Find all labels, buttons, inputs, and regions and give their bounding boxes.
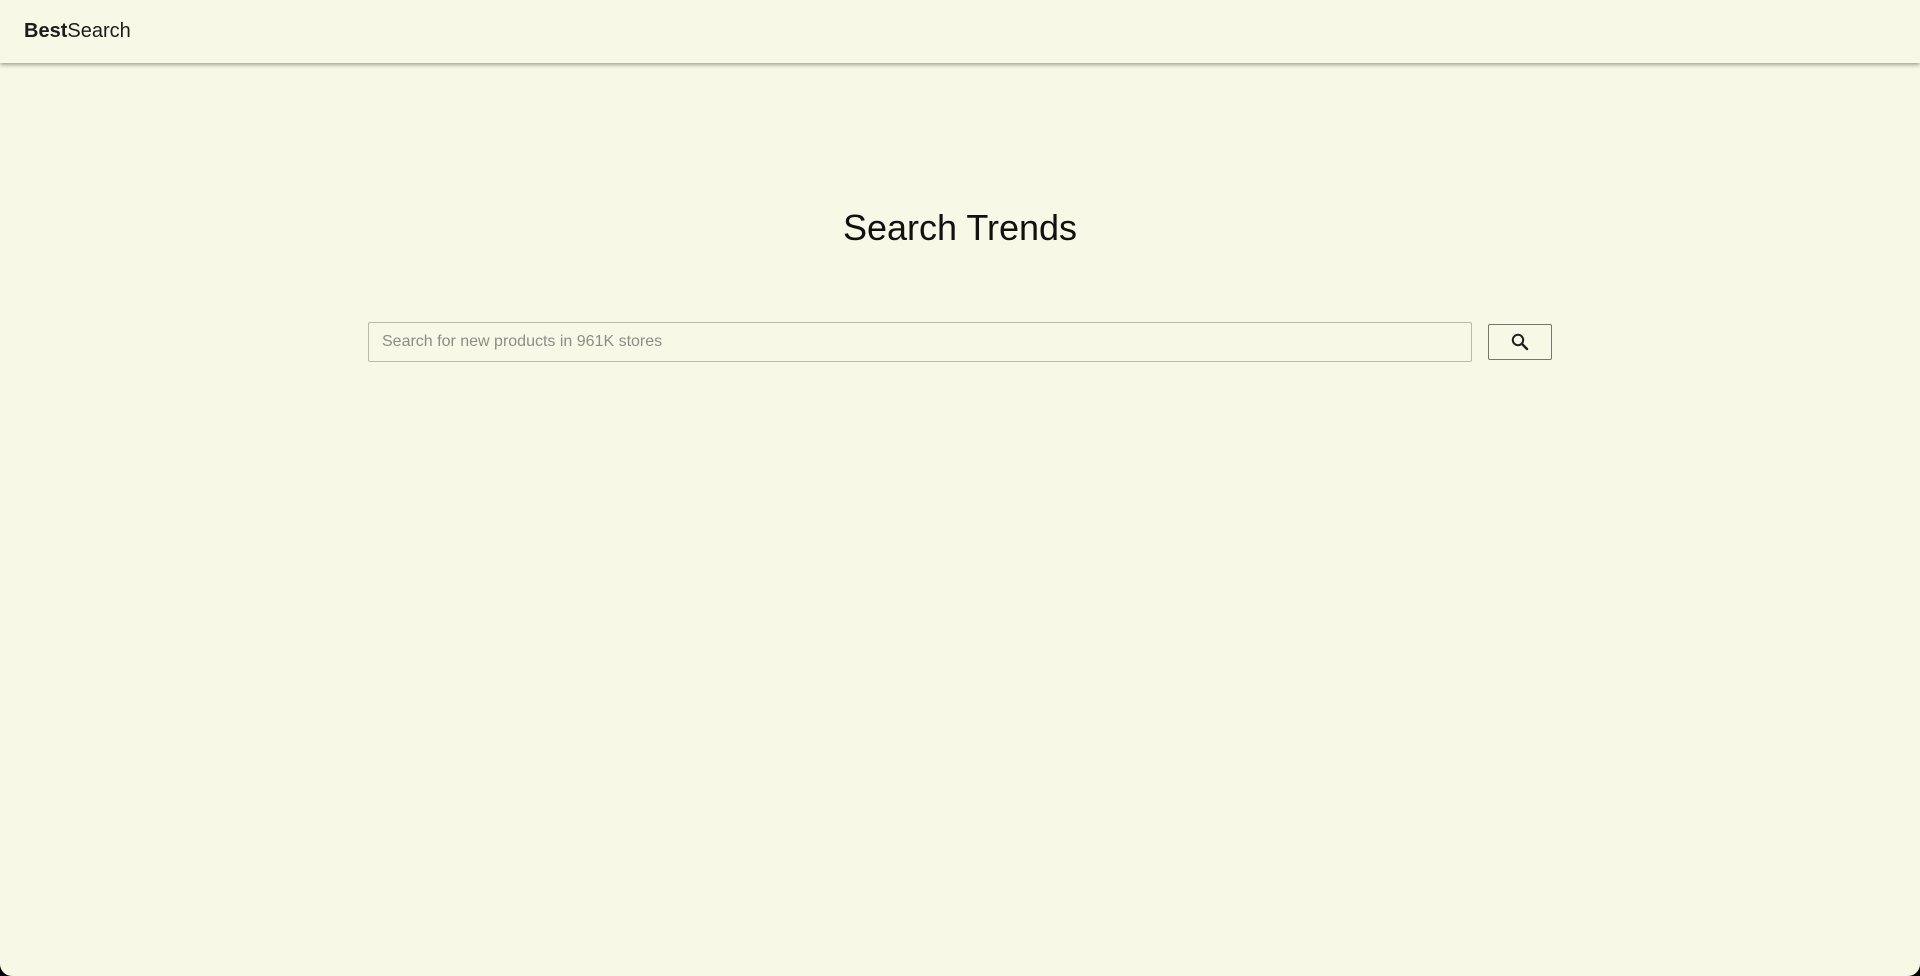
top-navigation-bar: BestSearch xyxy=(0,0,1920,63)
product-search-input[interactable] xyxy=(368,322,1472,362)
brand-logo-bold-text: Best xyxy=(24,20,68,42)
brand-logo[interactable]: BestSearch xyxy=(24,19,131,43)
search-button[interactable] xyxy=(1488,324,1552,360)
search-icon xyxy=(1510,332,1530,352)
brand-logo-regular-text: Search xyxy=(67,20,131,42)
page-title: Search Trends xyxy=(842,207,1078,248)
page: BestSearch Search Trends xyxy=(0,0,1920,976)
